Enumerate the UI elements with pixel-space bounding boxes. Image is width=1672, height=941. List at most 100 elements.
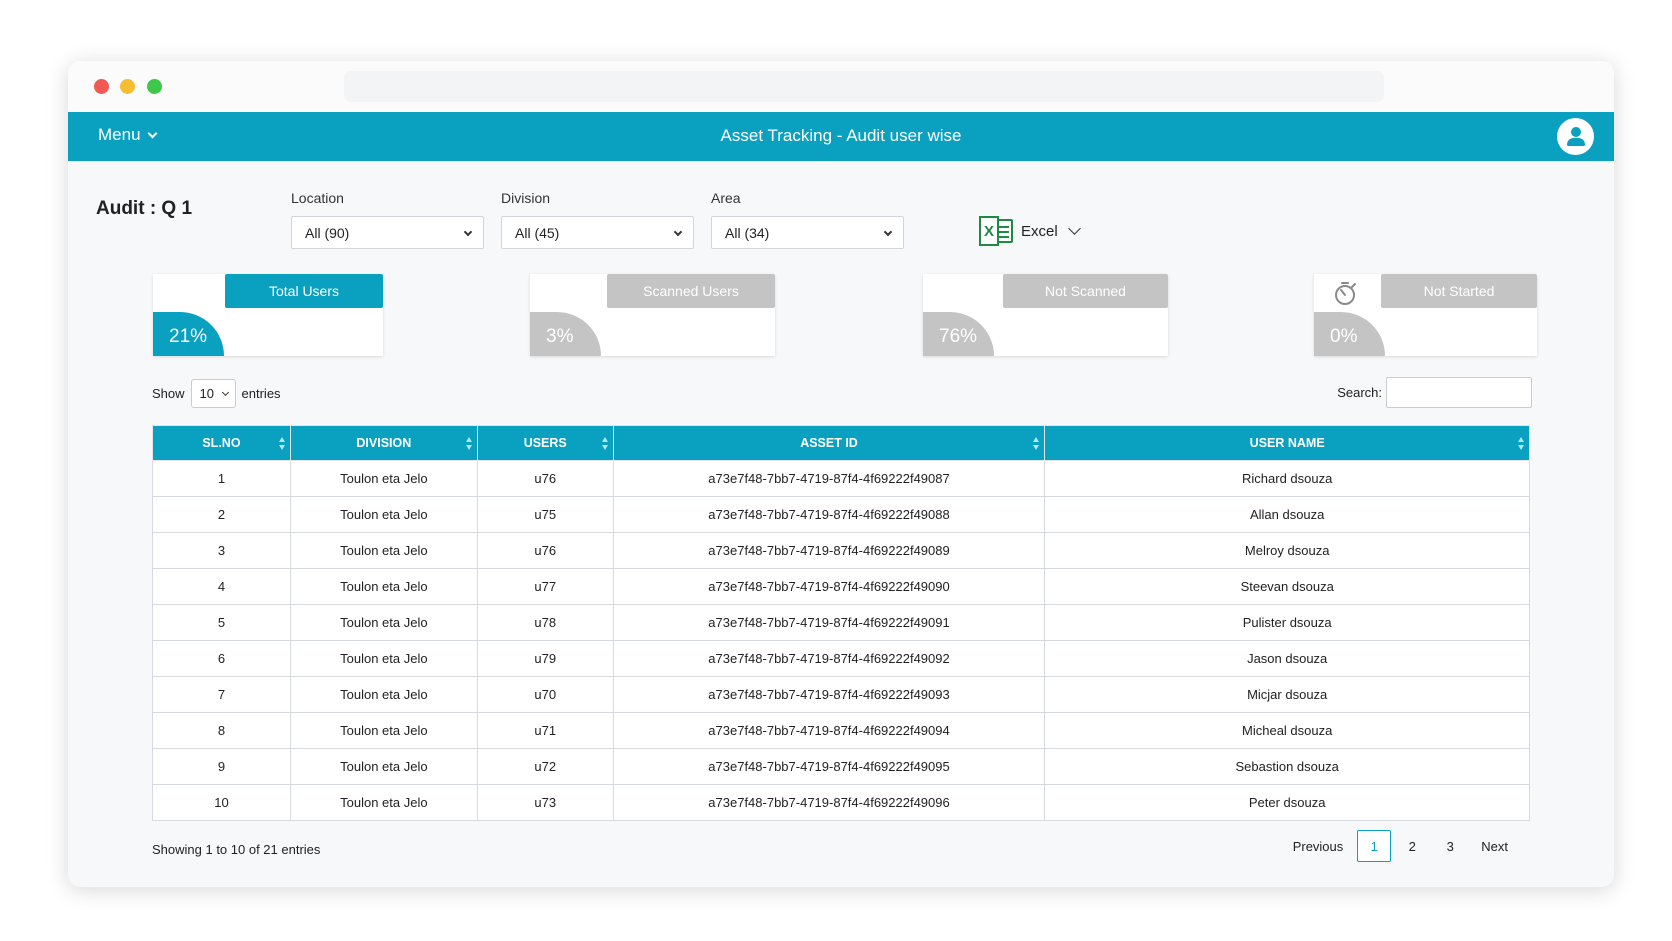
cell-user-name: Steevan dsouza — [1044, 568, 1530, 605]
table-row[interactable]: 5 Toulon eta Jelo u78 a73e7f48-7bb7-4719-87… — [152, 604, 1530, 641]
page-button-3[interactable]: 3 — [1433, 830, 1467, 862]
cell-division: Toulon eta Jelo — [289, 712, 478, 749]
table-row[interactable]: 9 Toulon eta Jelo u72 a73e7f48-7bb7-4719-87… — [152, 748, 1530, 785]
cell-division: Toulon eta Jelo — [289, 748, 478, 785]
page-button-1[interactable]: 1 — [1357, 830, 1392, 862]
audit-label: Audit : Q 1 — [96, 198, 193, 219]
user-icon-body — [1567, 138, 1585, 146]
stat-percent-not-scanned: 76% — [923, 312, 994, 356]
location-filter-label: Location — [291, 190, 344, 206]
search-input[interactable] — [1386, 377, 1532, 408]
location-filter: Location All (90) — [291, 190, 484, 249]
cell-division: Toulon eta Jelo — [289, 604, 478, 641]
cell-user-name: Jason dsouza — [1044, 640, 1530, 677]
stat-card-not-started[interactable]: Not Started 0% — [1314, 274, 1537, 356]
stat-percent-total-users: 21% — [153, 312, 224, 356]
table-row[interactable]: 10 Toulon eta Jelo u73 a73e7f48-7bb7-4719-8… — [152, 784, 1530, 821]
cell-asset-id: a73e7f48-7bb7-4719-87f4-4f69222f49092 — [612, 640, 1046, 677]
cell-division: Toulon eta Jelo — [289, 532, 478, 569]
user-icon — [1571, 127, 1581, 137]
window-titlebar — [68, 61, 1614, 112]
table-row[interactable]: 3 Toulon eta Jelo u76 a73e7f48-7bb7-4719-87… — [152, 532, 1530, 569]
cell-sl-no: 1 — [152, 460, 291, 497]
column-header-asset-id[interactable]: ASSET ID — [612, 425, 1046, 461]
cell-asset-id: a73e7f48-7bb7-4719-87f4-4f69222f49087 — [612, 460, 1046, 497]
cell-sl-no: 5 — [152, 604, 291, 641]
table-row[interactable]: 4 Toulon eta Jelo u77 a73e7f48-7bb7-4719-87… — [152, 568, 1530, 605]
table-row[interactable]: 1 Toulon eta Jelo u76 a73e7f48-7bb7-4719-87… — [152, 460, 1530, 497]
location-select-value: All (90) — [305, 224, 350, 241]
cell-users: u75 — [476, 496, 614, 533]
cell-asset-id: a73e7f48-7bb7-4719-87f4-4f69222f49089 — [612, 532, 1046, 569]
chevron-down-icon — [883, 227, 893, 237]
table-row[interactable]: 2 Toulon eta Jelo u75 a73e7f48-7bb7-4719-87… — [152, 496, 1530, 533]
show-entries-control: Show 10 entries — [152, 379, 281, 408]
excel-export-button[interactable]: X Excel — [979, 216, 1081, 246]
cell-user-name: Micheal dsouza — [1044, 712, 1530, 749]
cell-user-name: Allan dsouza — [1044, 496, 1530, 533]
close-window-button[interactable] — [94, 79, 109, 94]
stat-label-total-users: Total Users — [225, 274, 383, 308]
division-select[interactable]: All (45) — [501, 216, 694, 249]
cell-asset-id: a73e7f48-7bb7-4719-87f4-4f69222f49093 — [612, 676, 1046, 713]
table-row[interactable]: 7 Toulon eta Jelo u70 a73e7f48-7bb7-4719-87… — [152, 676, 1530, 713]
cell-sl-no: 6 — [152, 640, 291, 677]
stat-percent-scanned-users: 3% — [530, 312, 601, 356]
cell-user-name: Richard dsouza — [1044, 460, 1530, 497]
table-row[interactable]: 8 Toulon eta Jelo u71 a73e7f48-7bb7-4719-87… — [152, 712, 1530, 749]
pagination-info: Showing 1 to 10 of 21 entries — [152, 842, 321, 857]
excel-icon: X — [979, 216, 1015, 246]
previous-page-button[interactable]: Previous — [1281, 830, 1356, 862]
maximize-window-button[interactable] — [147, 79, 162, 94]
column-header-users[interactable]: USERS — [476, 425, 614, 461]
cell-sl-no: 3 — [152, 532, 291, 569]
search-label: Search: — [1337, 385, 1382, 400]
cell-division: Toulon eta Jelo — [289, 676, 478, 713]
page-title: Asset Tracking - Audit user wise — [720, 126, 962, 145]
chevron-down-icon — [221, 388, 229, 397]
column-header-label: SL.NO — [202, 436, 241, 450]
browser-window: Menu Asset Tracking - Audit user wise Au… — [68, 61, 1614, 887]
cell-users: u73 — [476, 784, 614, 821]
area-select[interactable]: All (34) — [711, 216, 904, 249]
address-bar[interactable] — [344, 71, 1384, 102]
audit-users-table: SL.NO DIVISION USERS ASSET ID USER NAME … — [152, 425, 1530, 821]
minimize-window-button[interactable] — [120, 79, 135, 94]
cell-user-name: Sebastion dsouza — [1044, 748, 1530, 785]
page-button-2[interactable]: 2 — [1395, 830, 1429, 862]
cell-users: u72 — [476, 748, 614, 785]
sort-icon — [278, 437, 285, 450]
cell-sl-no: 2 — [152, 496, 291, 533]
table-header-row: SL.NO DIVISION USERS ASSET ID USER NAME — [152, 425, 1530, 461]
area-select-value: All (34) — [725, 224, 770, 241]
entries-per-page-select[interactable]: 10 — [190, 379, 236, 408]
cell-asset-id: a73e7f48-7bb7-4719-87f4-4f69222f49094 — [612, 712, 1046, 749]
location-select[interactable]: All (90) — [291, 216, 484, 249]
stat-label-not-started: Not Started — [1381, 274, 1537, 308]
sort-icon — [1033, 437, 1040, 450]
column-header-division[interactable]: DIVISION — [289, 425, 478, 461]
cell-user-name: Melroy dsouza — [1044, 532, 1530, 569]
stat-label-not-scanned: Not Scanned — [1003, 274, 1168, 308]
stat-card-scanned-users[interactable]: Scanned Users 3% — [530, 274, 775, 356]
next-page-button[interactable]: Next — [1469, 830, 1520, 862]
sort-icon — [465, 437, 472, 450]
column-header-user-name[interactable]: USER NAME — [1044, 425, 1530, 461]
user-profile-button[interactable] — [1557, 118, 1594, 155]
stat-card-not-scanned[interactable]: Not Scanned 76% — [923, 274, 1168, 356]
chevron-down-icon — [673, 227, 683, 237]
cell-users: u77 — [476, 568, 614, 605]
column-header-label: USERS — [523, 436, 567, 450]
column-header-label: DIVISION — [356, 436, 412, 450]
column-header-label: USER NAME — [1249, 436, 1325, 450]
stat-card-total-users[interactable]: Total Users 21% — [153, 274, 383, 356]
cell-sl-no: 9 — [152, 748, 291, 785]
app-header: Menu Asset Tracking - Audit user wise — [68, 112, 1614, 161]
cell-division: Toulon eta Jelo — [289, 784, 478, 821]
table-row[interactable]: 6 Toulon eta Jelo u79 a73e7f48-7bb7-4719-87… — [152, 640, 1530, 677]
column-header-sl-no[interactable]: SL.NO — [152, 425, 291, 461]
cell-asset-id: a73e7f48-7bb7-4719-87f4-4f69222f49095 — [612, 748, 1046, 785]
cell-asset-id: a73e7f48-7bb7-4719-87f4-4f69222f49088 — [612, 496, 1046, 533]
sort-icon — [1518, 437, 1524, 450]
area-filter: Area All (34) — [711, 190, 904, 249]
